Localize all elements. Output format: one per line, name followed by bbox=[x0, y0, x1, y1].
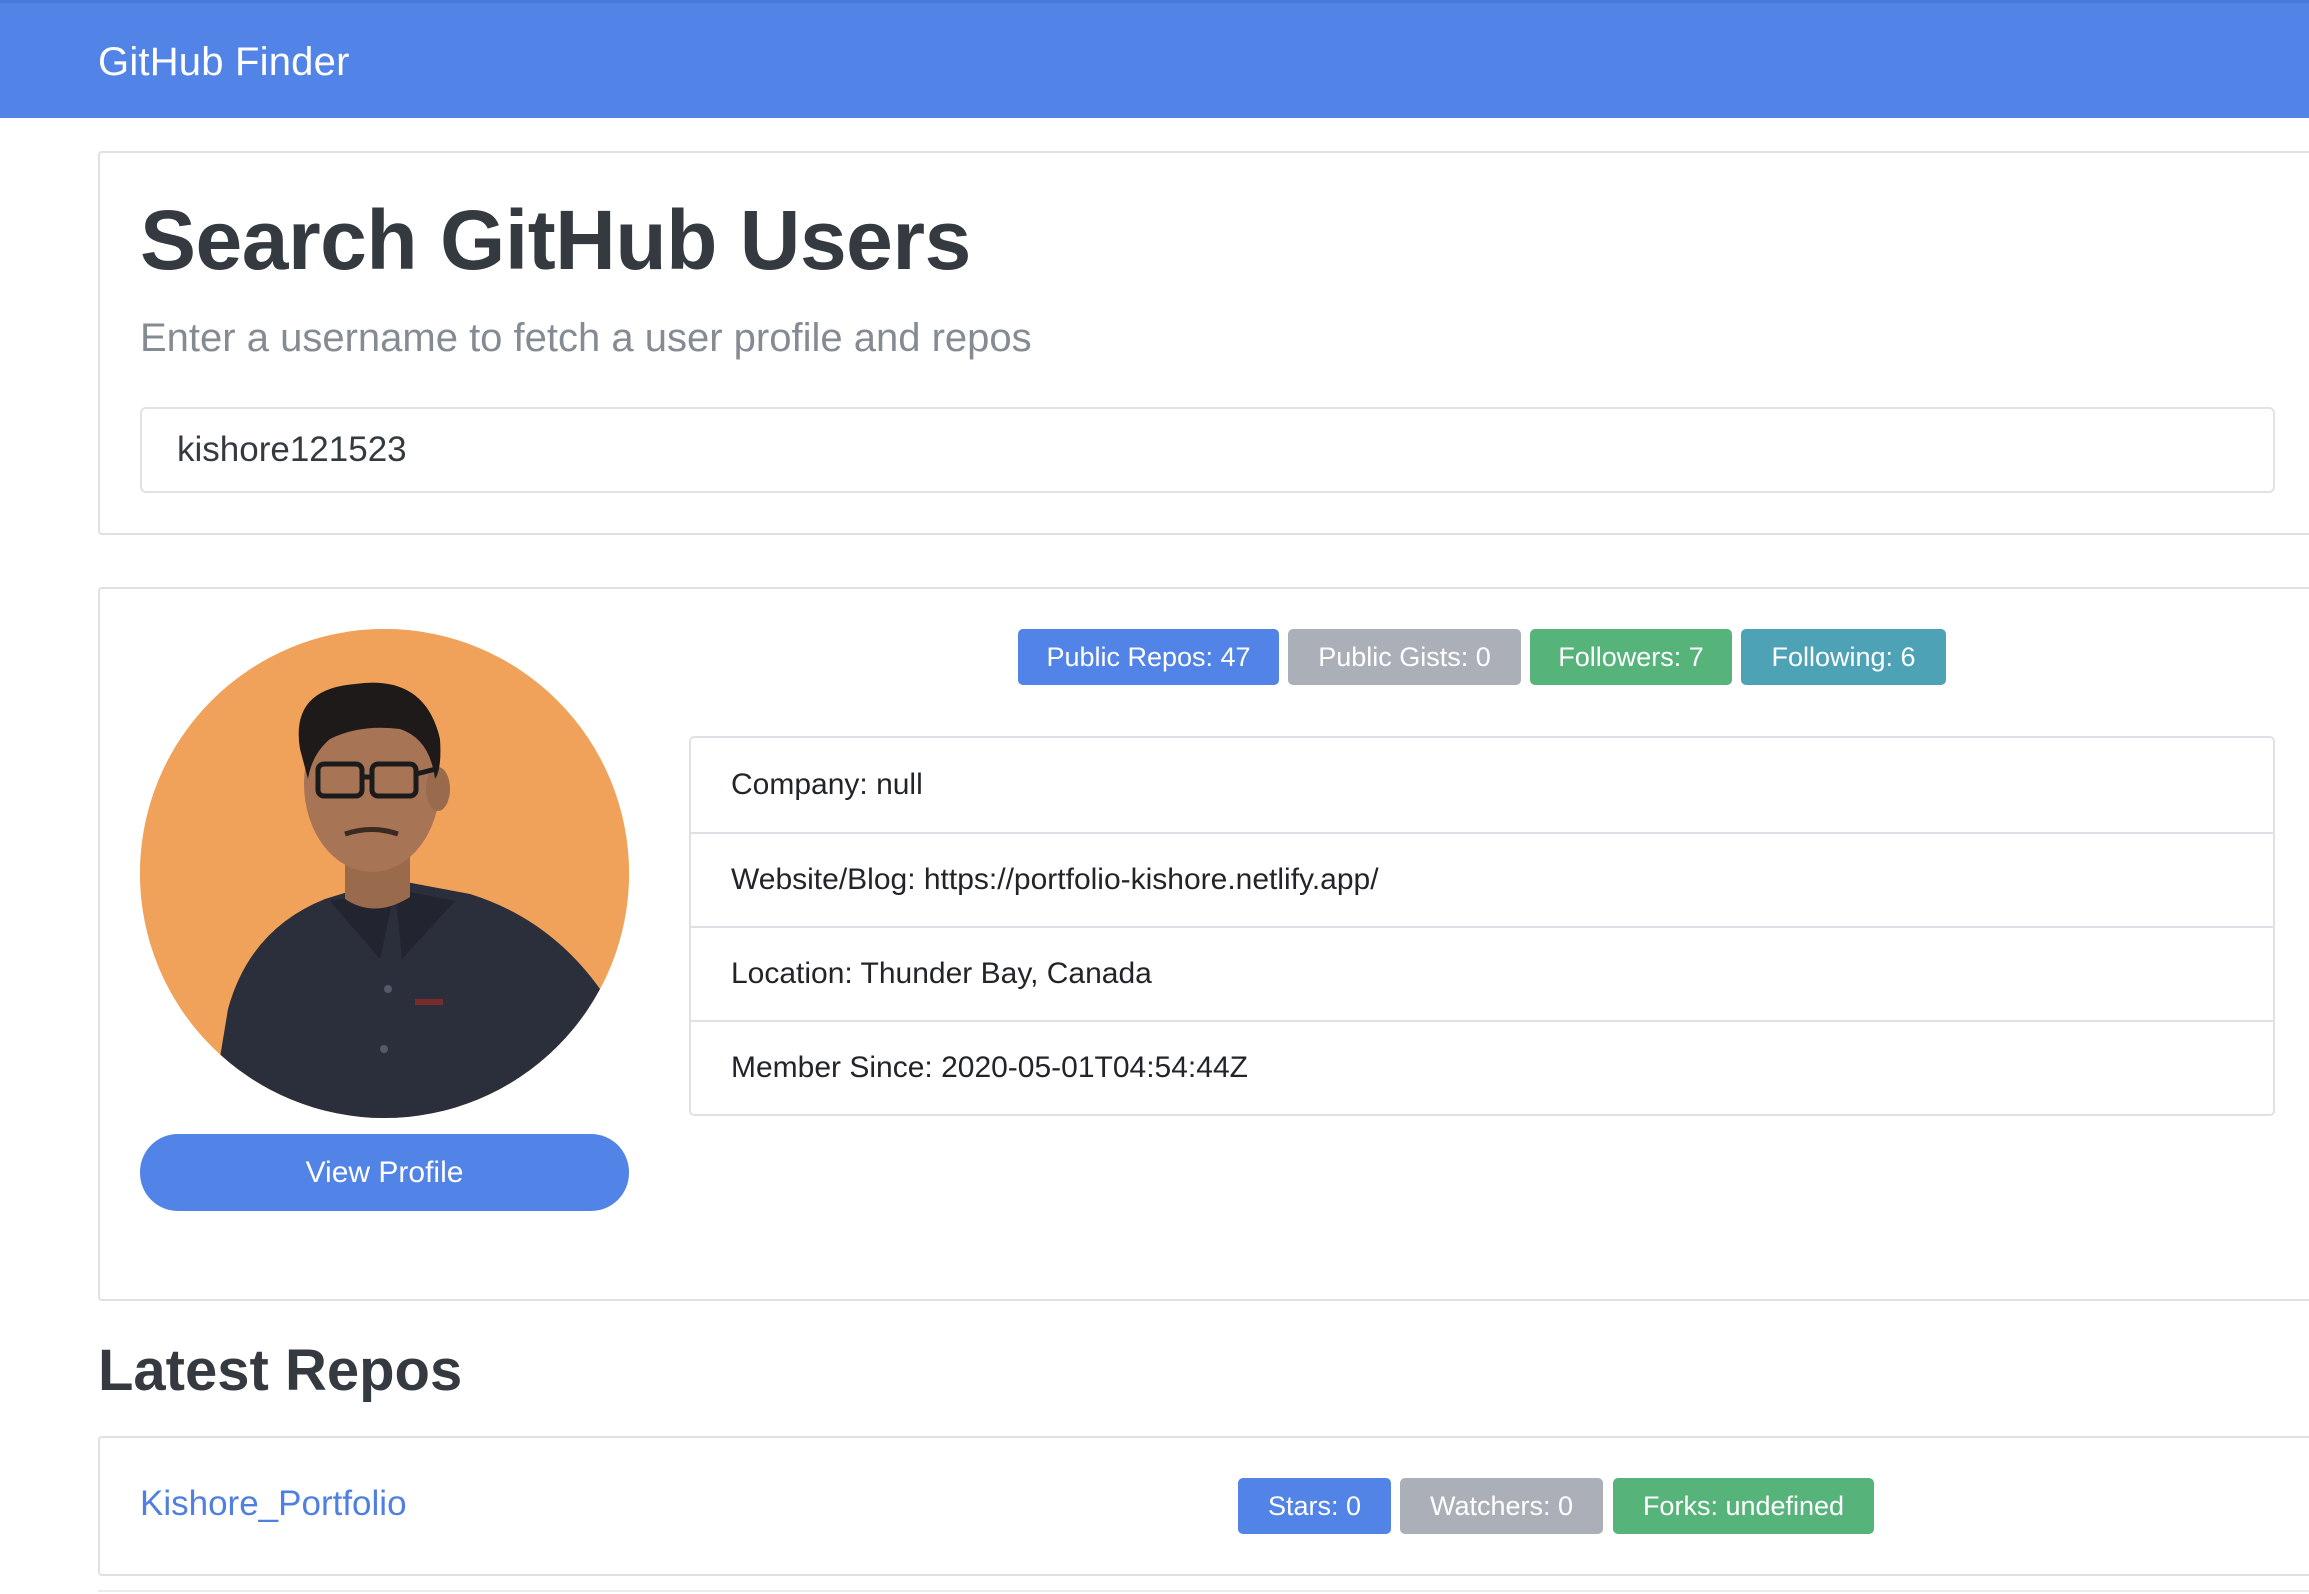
public-gists-badge: Public Gists: 0 bbox=[1288, 629, 1521, 685]
public-repos-badge: Public Repos: 47 bbox=[1018, 629, 1279, 685]
profile-details-list: Company: null Website/Blog: https://port… bbox=[689, 736, 2275, 1116]
following-badge: Following: 6 bbox=[1741, 629, 1946, 685]
repo-card bbox=[98, 1436, 2309, 1576]
divider bbox=[98, 1590, 2309, 1592]
followers-badge: Followers: 7 bbox=[1530, 629, 1732, 685]
company-item: Company: null bbox=[731, 768, 923, 801]
avatar bbox=[140, 629, 629, 1118]
navbar: GitHub Finder bbox=[0, 0, 2309, 118]
member-since-item: Member Since: 2020-05-01T04:54:44Z bbox=[691, 1020, 2273, 1114]
user-photo-icon bbox=[140, 629, 629, 1118]
website-item: Website/Blog: https://portfolio-kishore.… bbox=[691, 832, 2273, 926]
repo-link[interactable]: Kishore_Portfolio bbox=[140, 1484, 407, 1524]
navbar-brand[interactable]: GitHub Finder bbox=[98, 40, 350, 85]
page-title: Search GitHub Users bbox=[140, 193, 971, 287]
repo-forks-badge: Forks: undefined bbox=[1613, 1478, 1874, 1534]
repo-stars-badge: Stars: 0 bbox=[1238, 1478, 1391, 1534]
page-subtitle: Enter a username to fetch a user profile… bbox=[140, 316, 1032, 360]
view-profile-button[interactable]: View Profile bbox=[140, 1134, 629, 1211]
repo-watchers-badge: Watchers: 0 bbox=[1400, 1478, 1603, 1534]
search-input[interactable] bbox=[140, 407, 2275, 493]
location-item: Location: Thunder Bay, Canada bbox=[691, 926, 2273, 1020]
latest-repos-heading: Latest Repos bbox=[98, 1338, 463, 1403]
